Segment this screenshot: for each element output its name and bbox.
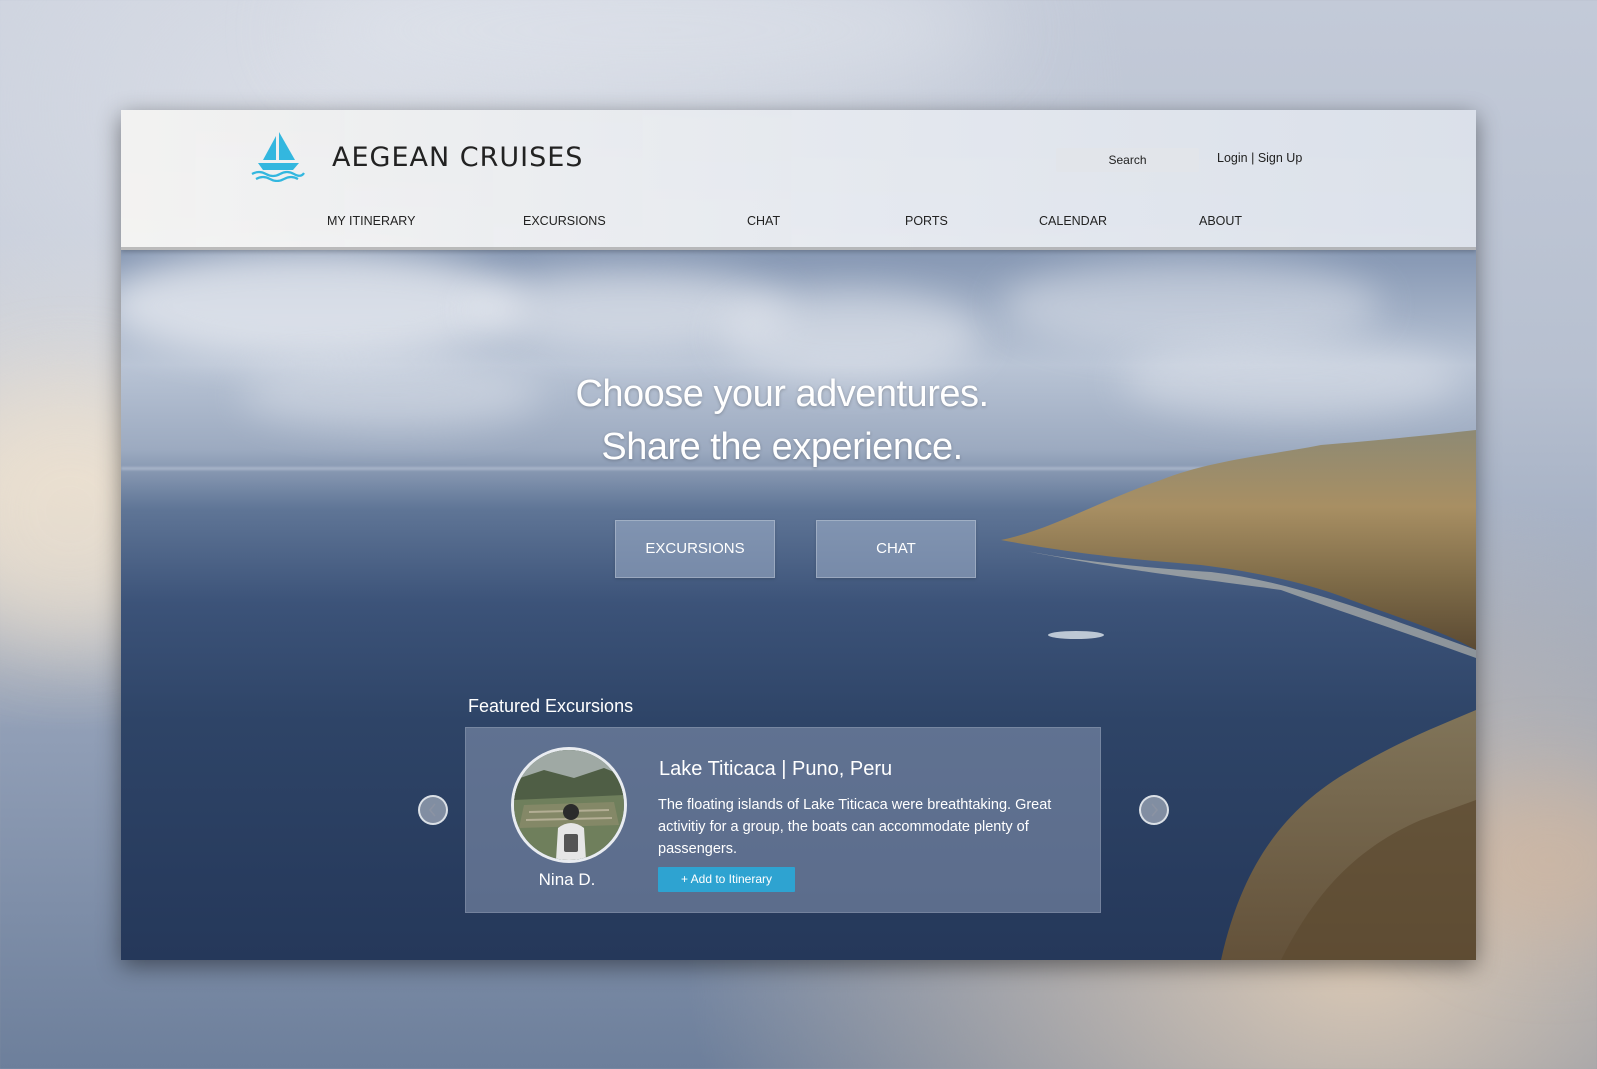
site-header: AEGEAN CRUISES Login | Sign Up MY ITINER… — [121, 110, 1476, 250]
hero-headline: Choose your adventures. Share the experi… — [121, 368, 1443, 474]
search-input[interactable] — [1056, 148, 1199, 172]
auth-separator: | — [1251, 151, 1255, 165]
brand-name[interactable]: AEGEAN CRUISES — [332, 142, 583, 173]
chevron-left-icon[interactable] — [418, 795, 448, 825]
chevron-right-icon[interactable] — [1139, 795, 1169, 825]
excursion-description: The floating islands of Lake Titicaca we… — [658, 797, 1052, 857]
website-frame: AEGEAN CRUISES Login | Sign Up MY ITINER… — [121, 110, 1476, 960]
signup-link[interactable]: Sign Up — [1258, 151, 1302, 165]
nav-item-my-itinerary[interactable]: MY ITINERARY — [327, 214, 415, 228]
excursion-title[interactable]: Lake Titicaca | Puno, Peru — [659, 758, 892, 781]
nav-item-about[interactable]: ABOUT — [1199, 214, 1242, 228]
login-link[interactable]: Login — [1217, 151, 1248, 165]
nav-item-ports[interactable]: PORTS — [905, 214, 948, 228]
excursions-cta-button[interactable]: EXCURSIONS — [615, 520, 775, 578]
chat-cta-button[interactable]: CHAT — [816, 520, 976, 578]
featured-excursion-card[interactable]: Nina D. Lake Titicaca | Puno, Peru The f… — [465, 727, 1101, 913]
nav-item-excursions[interactable]: EXCURSIONS — [523, 214, 606, 228]
featured-excursions-heading: Featured Excursions — [468, 696, 634, 716]
hero-line-1: Choose your adventures. — [575, 373, 989, 415]
main-nav: MY ITINERARY EXCURSIONS CHAT PORTS CALEN… — [121, 214, 1476, 234]
hero-line-2: Share the experience. — [601, 426, 963, 468]
backdrop-blob-top — [300, 0, 1000, 100]
author-name: Nina D. — [538, 870, 596, 889]
auth-links: Login | Sign Up — [1217, 151, 1302, 165]
sailboat-icon[interactable] — [249, 130, 305, 182]
avatar — [511, 747, 627, 863]
nav-item-chat[interactable]: CHAT — [747, 214, 780, 228]
add-to-itinerary-button[interactable]: + Add to Itinerary — [658, 867, 795, 892]
nav-item-calendar[interactable]: CALENDAR — [1039, 214, 1107, 228]
